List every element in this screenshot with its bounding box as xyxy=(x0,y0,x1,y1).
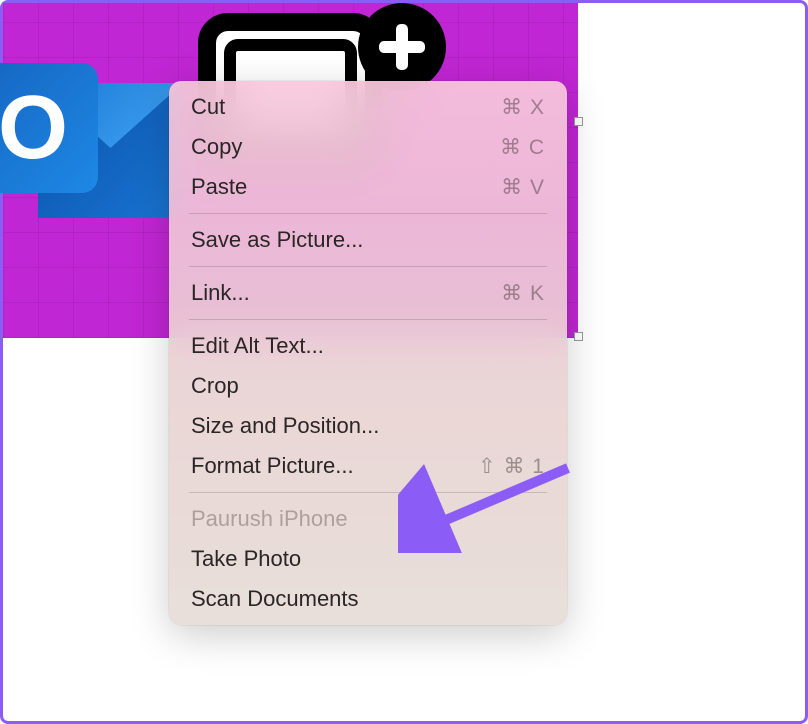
menu-label: Take Photo xyxy=(191,546,301,572)
menu-copy[interactable]: Copy ⌘ C xyxy=(169,127,567,167)
menu-link[interactable]: Link... ⌘ K xyxy=(169,273,567,313)
menu-label: Paste xyxy=(191,174,247,200)
plus-icon xyxy=(358,3,446,91)
selection-handle[interactable] xyxy=(574,332,583,341)
menu-label: Edit Alt Text... xyxy=(191,333,324,359)
menu-label: Link... xyxy=(191,280,250,306)
menu-label: Save as Picture... xyxy=(191,227,363,253)
context-menu: Cut ⌘ X Copy ⌘ C Paste ⌘ V Save as Pictu… xyxy=(169,81,567,625)
menu-shortcut: ⇧ ⌘ 1 xyxy=(478,454,545,479)
menu-divider xyxy=(189,213,547,214)
menu-paste[interactable]: Paste ⌘ V xyxy=(169,167,567,207)
menu-divider xyxy=(189,492,547,493)
menu-label: Format Picture... xyxy=(191,453,354,479)
menu-label: Cut xyxy=(191,94,225,120)
outlook-icon: O xyxy=(0,28,183,243)
menu-take-photo[interactable]: Take Photo xyxy=(169,539,567,579)
menu-label: Size and Position... xyxy=(191,413,379,439)
menu-shortcut: ⌘ K xyxy=(501,281,545,306)
menu-label: Paurush iPhone xyxy=(191,506,348,532)
menu-label: Crop xyxy=(191,373,239,399)
menu-shortcut: ⌘ X xyxy=(501,95,545,120)
menu-shortcut: ⌘ C xyxy=(500,135,545,160)
menu-crop[interactable]: Crop xyxy=(169,366,567,406)
menu-size-and-position[interactable]: Size and Position... xyxy=(169,406,567,446)
menu-cut[interactable]: Cut ⌘ X xyxy=(169,87,567,127)
menu-shortcut: ⌘ V xyxy=(501,175,545,200)
menu-save-as-picture[interactable]: Save as Picture... xyxy=(169,220,567,260)
menu-divider xyxy=(189,319,547,320)
selection-handle[interactable] xyxy=(574,117,583,126)
menu-label: Scan Documents xyxy=(191,586,359,612)
menu-label: Copy xyxy=(191,134,242,160)
menu-format-picture[interactable]: Format Picture... ⇧ ⌘ 1 xyxy=(169,446,567,486)
menu-device-name: Paurush iPhone xyxy=(169,499,567,539)
menu-divider xyxy=(189,266,547,267)
menu-edit-alt-text[interactable]: Edit Alt Text... xyxy=(169,326,567,366)
menu-scan-documents[interactable]: Scan Documents xyxy=(169,579,567,619)
